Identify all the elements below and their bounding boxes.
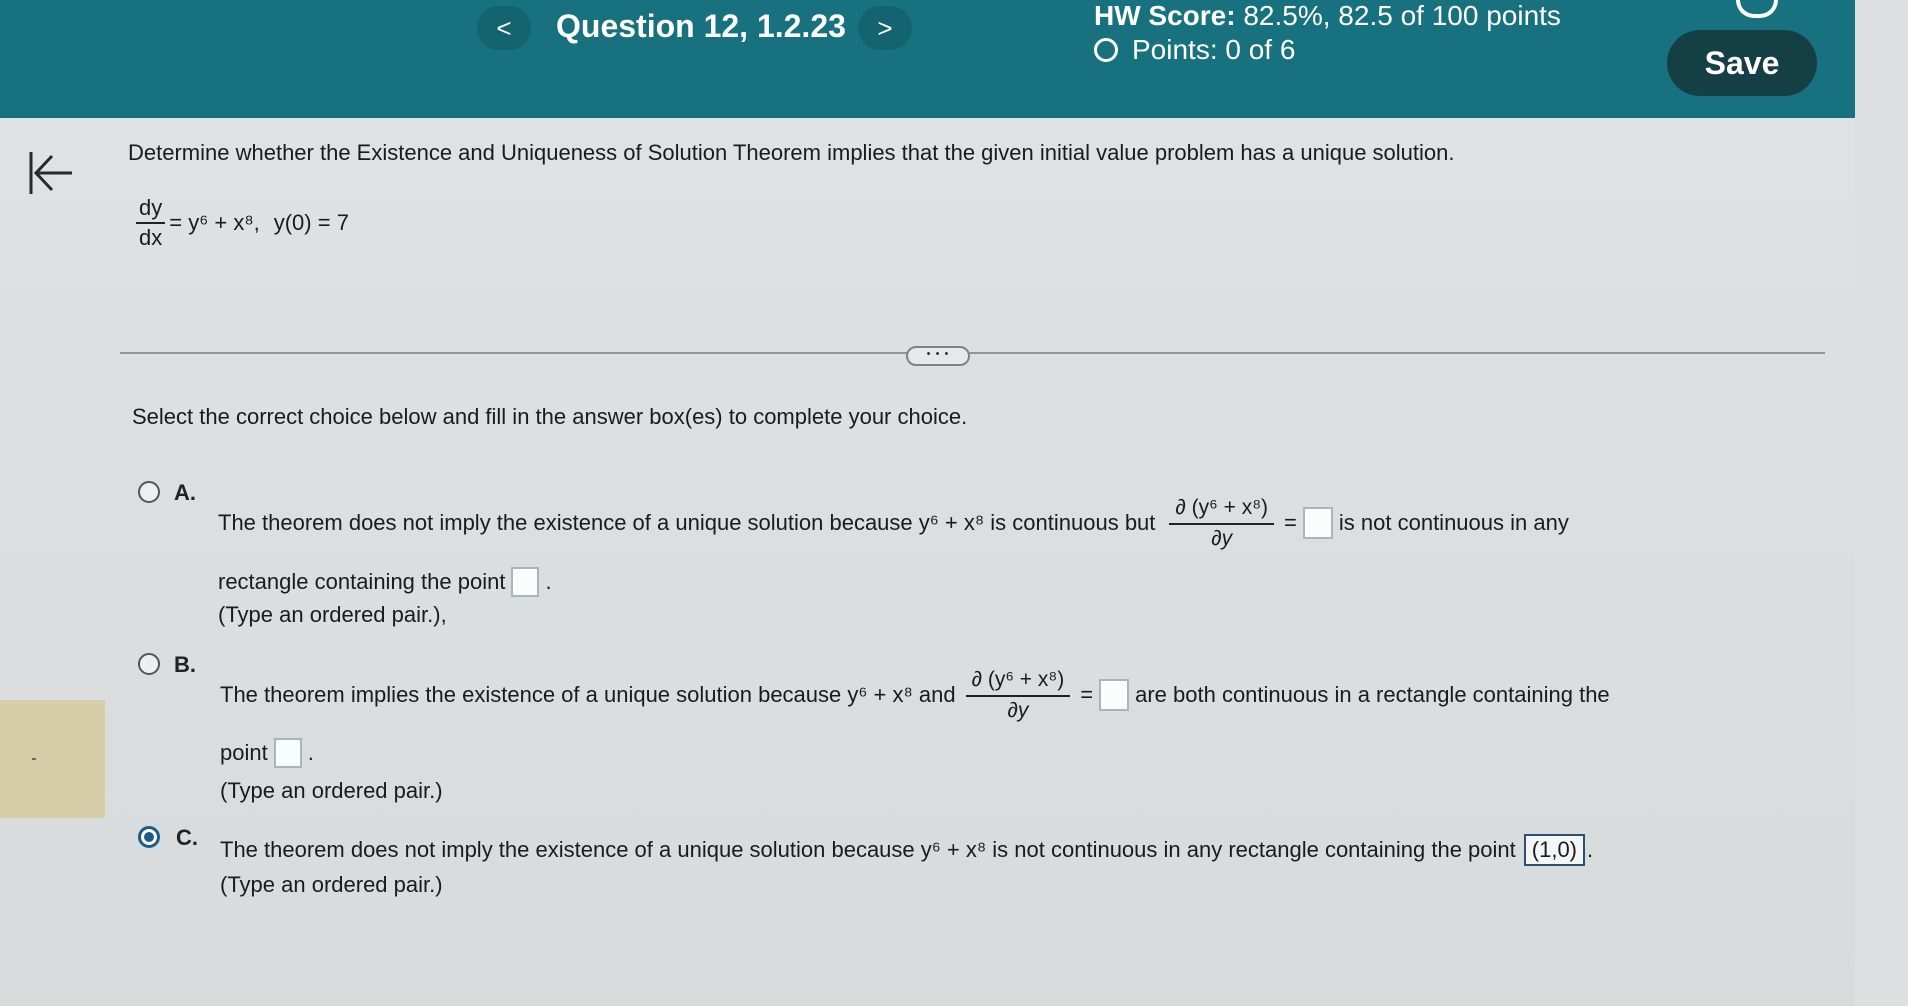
partial-numerator: ∂ (y⁶ + x⁸) [965, 668, 1071, 698]
choice-a-derivative-input[interactable] [1302, 507, 1333, 540]
hw-score-value: 82.5%, 82.5 of 100 points [1243, 0, 1561, 31]
side-tab-marker [32, 758, 36, 760]
derivative-denominator: dx [139, 225, 163, 251]
choice-c-point-answer[interactable]: (1,0) [1523, 834, 1586, 866]
derivative-fraction: dy dx [136, 195, 166, 251]
partial-denominator: ∂y [1211, 527, 1233, 551]
choice-a-note: (Type an ordered pair.), [218, 602, 447, 627]
choice-c-radio[interactable] [138, 826, 160, 848]
choice-b-radio[interactable] [138, 653, 160, 675]
hw-score: HW Score: 82.5%, 82.5 of 100 points [1094, 0, 1561, 32]
period: . [545, 569, 552, 594]
choice-b-note: (Type an ordered pair.) [220, 778, 443, 803]
choice-a-line-2: rectangle containing the point . [218, 567, 552, 597]
expand-more-button[interactable]: • • • [906, 346, 970, 366]
previous-question-button[interactable]: < [477, 6, 531, 50]
next-question-button[interactable]: > [858, 6, 912, 50]
choice-a-text-2: is not continuous in any [1338, 510, 1569, 536]
choice-b-text-2: are both continuous in a rectangle conta… [1135, 682, 1610, 708]
choice-a-point-input[interactable] [511, 567, 540, 597]
instruction-text: Select the correct choice below and fill… [132, 404, 968, 429]
choice-a-line-1: The theorem does not imply the existence… [218, 496, 1569, 550]
initial-condition: y(0) = 7 [273, 210, 349, 236]
choice-a-text-3: rectangle containing the point [218, 569, 506, 594]
equals-sign: = [1284, 510, 1297, 536]
choice-b-partial-derivative: ∂ (y⁶ + x⁸) ∂y [965, 668, 1071, 723]
choice-c-letter: C. [176, 825, 198, 850]
choice-b-letter: B. [174, 652, 196, 677]
period: . [307, 740, 314, 765]
collapse-arrow-icon[interactable] [26, 148, 76, 198]
partial-numerator: ∂ (y⁶ + x⁸) [1169, 496, 1275, 526]
settings-icon[interactable] [1736, 0, 1778, 18]
points-ring-icon [1094, 38, 1118, 62]
choice-b-line-1: The theorem implies the existence of a u… [220, 668, 1610, 722]
side-tab[interactable] [0, 700, 105, 818]
partial-denominator: ∂y [1007, 699, 1029, 723]
choice-b-text-3: point [220, 740, 268, 765]
choice-b-text-1: The theorem implies the existence of a u… [220, 682, 956, 708]
choice-b-derivative-input[interactable] [1099, 679, 1130, 712]
hw-score-label: HW Score: [1094, 0, 1236, 31]
choice-a-text-1: The theorem does not imply the existence… [218, 510, 1156, 536]
problem-equation: dy dx = y⁶ + x⁸, y(0) = 7 [132, 195, 349, 251]
choice-a-radio[interactable] [138, 481, 160, 503]
choice-a-partial-derivative: ∂ (y⁶ + x⁸) ∂y [1169, 496, 1275, 551]
choice-a-letter: A. [174, 480, 196, 505]
choice-c-text-1: The theorem does not imply the existence… [220, 837, 1516, 862]
right-edge-panel [1855, 0, 1908, 1006]
problem-prompt: Determine whether the Existence and Uniq… [128, 140, 1455, 165]
period: . [1587, 837, 1594, 862]
save-button[interactable]: Save [1667, 30, 1817, 96]
section-divider [120, 352, 1825, 354]
equation-rhs: = y⁶ + x⁸, [169, 210, 260, 236]
header-bar: < Question 12, 1.2.23 > HW Score: 82.5%,… [0, 0, 1855, 118]
choice-c-line-1: The theorem does not imply the existence… [220, 834, 1593, 866]
choice-b-line-2: point . [220, 738, 314, 768]
choice-c-note: (Type an ordered pair.) [220, 872, 443, 897]
points-status: Points: 0 of 6 [1094, 34, 1295, 66]
choice-b-point-input[interactable] [273, 738, 302, 768]
question-title: Question 12, 1.2.23 [556, 8, 846, 44]
derivative-numerator: dy [136, 195, 166, 225]
points-text: Points: 0 of 6 [1132, 34, 1296, 65]
equals-sign: = [1080, 682, 1094, 708]
